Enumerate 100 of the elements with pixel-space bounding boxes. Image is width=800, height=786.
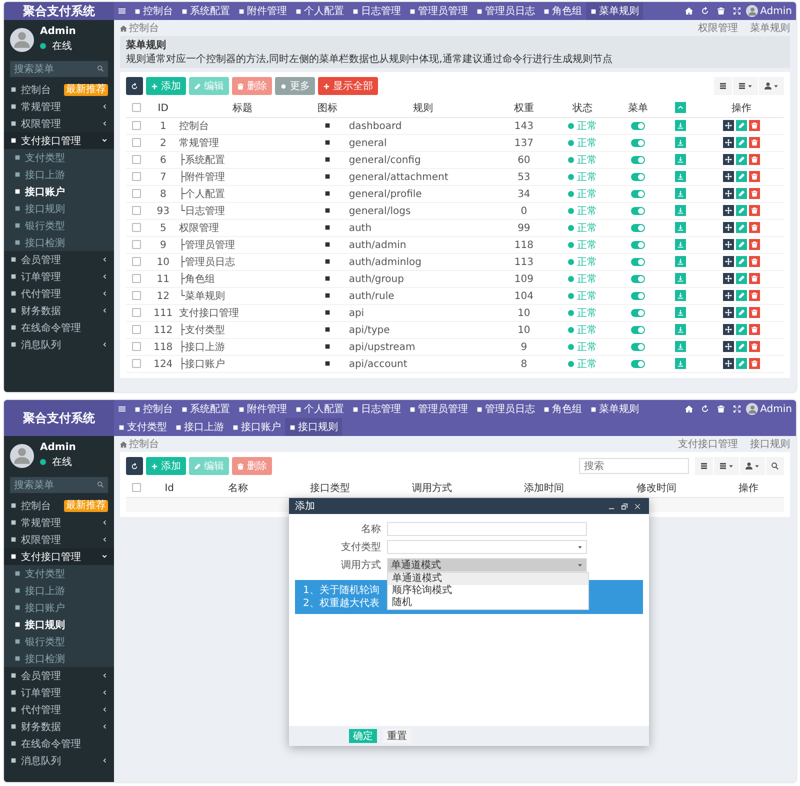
- select-field[interactable]: [387, 540, 587, 554]
- toggle-switch[interactable]: [631, 156, 646, 164]
- checkbox[interactable]: [132, 103, 142, 112]
- download-button[interactable]: [674, 239, 686, 250]
- nav-tab[interactable]: 控制台: [130, 2, 177, 20]
- toggle-switch[interactable]: [631, 206, 646, 215]
- user-name[interactable]: Admin: [760, 404, 792, 414]
- checkbox[interactable]: [132, 291, 142, 300]
- nav-tab[interactable]: 管理员管理: [405, 2, 472, 20]
- list-button[interactable]: [695, 457, 713, 475]
- nav-tab[interactable]: 附件管理: [234, 400, 291, 418]
- sidebar-item[interactable]: 接口规则: [4, 616, 114, 633]
- toggle-switch[interactable]: [631, 274, 646, 283]
- checkbox[interactable]: [132, 206, 142, 216]
- checkbox[interactable]: [132, 138, 142, 148]
- toggle-button[interactable]: [674, 102, 686, 114]
- toggle-switch[interactable]: [631, 360, 646, 368]
- nav-tab[interactable]: 附件管理: [234, 2, 291, 20]
- sidebar-item[interactable]: 接口上游: [4, 582, 114, 599]
- move-button[interactable]: [723, 324, 734, 336]
- download-button[interactable]: [674, 222, 686, 234]
- search-button[interactable]: [766, 457, 784, 475]
- sidebar-item[interactable]: 接口规则: [4, 200, 114, 217]
- download-button[interactable]: [674, 188, 686, 200]
- nav-tab[interactable]: 接口规则: [285, 418, 342, 436]
- checkbox[interactable]: [132, 121, 142, 130]
- toggle-switch[interactable]: [631, 190, 646, 198]
- move-button[interactable]: [723, 188, 734, 200]
- sidebar-item[interactable]: 消息队列: [4, 752, 114, 769]
- nav-tab[interactable]: 日志管理: [348, 2, 405, 20]
- delete-button[interactable]: [749, 137, 760, 148]
- sidebar-item[interactable]: 消息队列: [4, 336, 114, 353]
- move-button[interactable]: [723, 256, 734, 268]
- move-button[interactable]: [723, 222, 734, 234]
- sidebar-item[interactable]: 订单管理: [4, 684, 114, 701]
- checkbox[interactable]: [132, 189, 142, 198]
- checkbox[interactable]: [132, 240, 142, 250]
- refresh-button[interactable]: [126, 457, 143, 475]
- move-button[interactable]: [723, 358, 734, 370]
- download-button[interactable]: [674, 205, 686, 216]
- nav-tab[interactable]: 菜单规则: [586, 400, 643, 418]
- download-button[interactable]: [674, 171, 686, 182]
- nav-tab[interactable]: 角色组: [539, 2, 586, 20]
- download-button[interactable]: [674, 341, 686, 352]
- sidebar-item[interactable]: 银行类型: [4, 633, 114, 650]
- download-button[interactable]: [674, 358, 686, 370]
- columns-button[interactable]: [733, 77, 758, 95]
- sidebar-item[interactable]: 支付类型: [4, 149, 114, 166]
- sidebar-item[interactable]: 支付接口管理: [4, 548, 114, 565]
- download-button[interactable]: [674, 120, 686, 132]
- delete-button[interactable]: [749, 256, 760, 268]
- toggle-switch[interactable]: [631, 172, 646, 181]
- close-button[interactable]: [632, 502, 643, 510]
- sidebar-item[interactable]: 会员管理: [4, 667, 114, 684]
- checkbox[interactable]: [132, 325, 142, 334]
- dropdown-option[interactable]: 单通道模式: [388, 573, 588, 585]
- dropdown-option[interactable]: 顺序轮询模式: [388, 585, 588, 597]
- columns-button[interactable]: [714, 457, 739, 475]
- nav-tab[interactable]: 日志管理: [348, 400, 405, 418]
- delete-button[interactable]: [749, 341, 760, 352]
- nav-tab[interactable]: 接口上游: [171, 418, 228, 436]
- refresh-button[interactable]: [126, 77, 143, 95]
- download-button[interactable]: [674, 137, 686, 148]
- download-button[interactable]: [674, 154, 686, 166]
- nav-tab[interactable]: 个人配置: [291, 400, 348, 418]
- sidebar-item[interactable]: 接口账户: [4, 183, 114, 200]
- sidebar-item[interactable]: 接口检测: [4, 234, 114, 251]
- breadcrumb-item[interactable]: 菜单规则: [750, 21, 790, 35]
- checkbox[interactable]: [132, 274, 142, 284]
- delete-button[interactable]: [749, 239, 760, 250]
- nav-tab[interactable]: 管理员管理: [405, 400, 472, 418]
- maximize-button[interactable]: [619, 502, 630, 510]
- delete-button[interactable]: [749, 273, 760, 284]
- toggle-switch[interactable]: [631, 258, 646, 266]
- nav-tab[interactable]: 角色组: [539, 400, 586, 418]
- sidebar-item[interactable]: 常规管理: [4, 98, 114, 115]
- toggle-switch[interactable]: [631, 326, 646, 334]
- checkbox[interactable]: [132, 257, 142, 266]
- toggle-switch[interactable]: [631, 308, 646, 317]
- delete-button[interactable]: [749, 188, 760, 200]
- toggle-switch[interactable]: [631, 224, 646, 232]
- nav-tab[interactable]: 个人配置: [291, 2, 348, 20]
- delete-button[interactable]: [749, 324, 760, 336]
- checkbox[interactable]: [132, 172, 142, 182]
- sidebar-item[interactable]: 在线命令管理: [4, 735, 114, 752]
- download-button[interactable]: [674, 307, 686, 318]
- sidebar-item[interactable]: 银行类型: [4, 217, 114, 234]
- show-all-button[interactable]: 显示全部: [318, 77, 378, 95]
- nav-tab[interactable]: 系统配置: [177, 400, 234, 418]
- sidebar-item[interactable]: 会员管理: [4, 251, 114, 268]
- breadcrumb-item[interactable]: 权限管理: [698, 21, 738, 35]
- sidebar-item[interactable]: 财务数据: [4, 718, 114, 735]
- user-name[interactable]: Admin: [760, 6, 792, 16]
- move-button[interactable]: [723, 171, 734, 182]
- sidebar-item[interactable]: 代付管理: [4, 701, 114, 718]
- sidebar-item[interactable]: 在线命令管理: [4, 319, 114, 336]
- checkbox[interactable]: [132, 359, 142, 368]
- sidebar-item[interactable]: 订单管理: [4, 268, 114, 285]
- search-field[interactable]: 搜索菜单: [10, 61, 108, 77]
- sidebar-item[interactable]: 常规管理: [4, 514, 114, 531]
